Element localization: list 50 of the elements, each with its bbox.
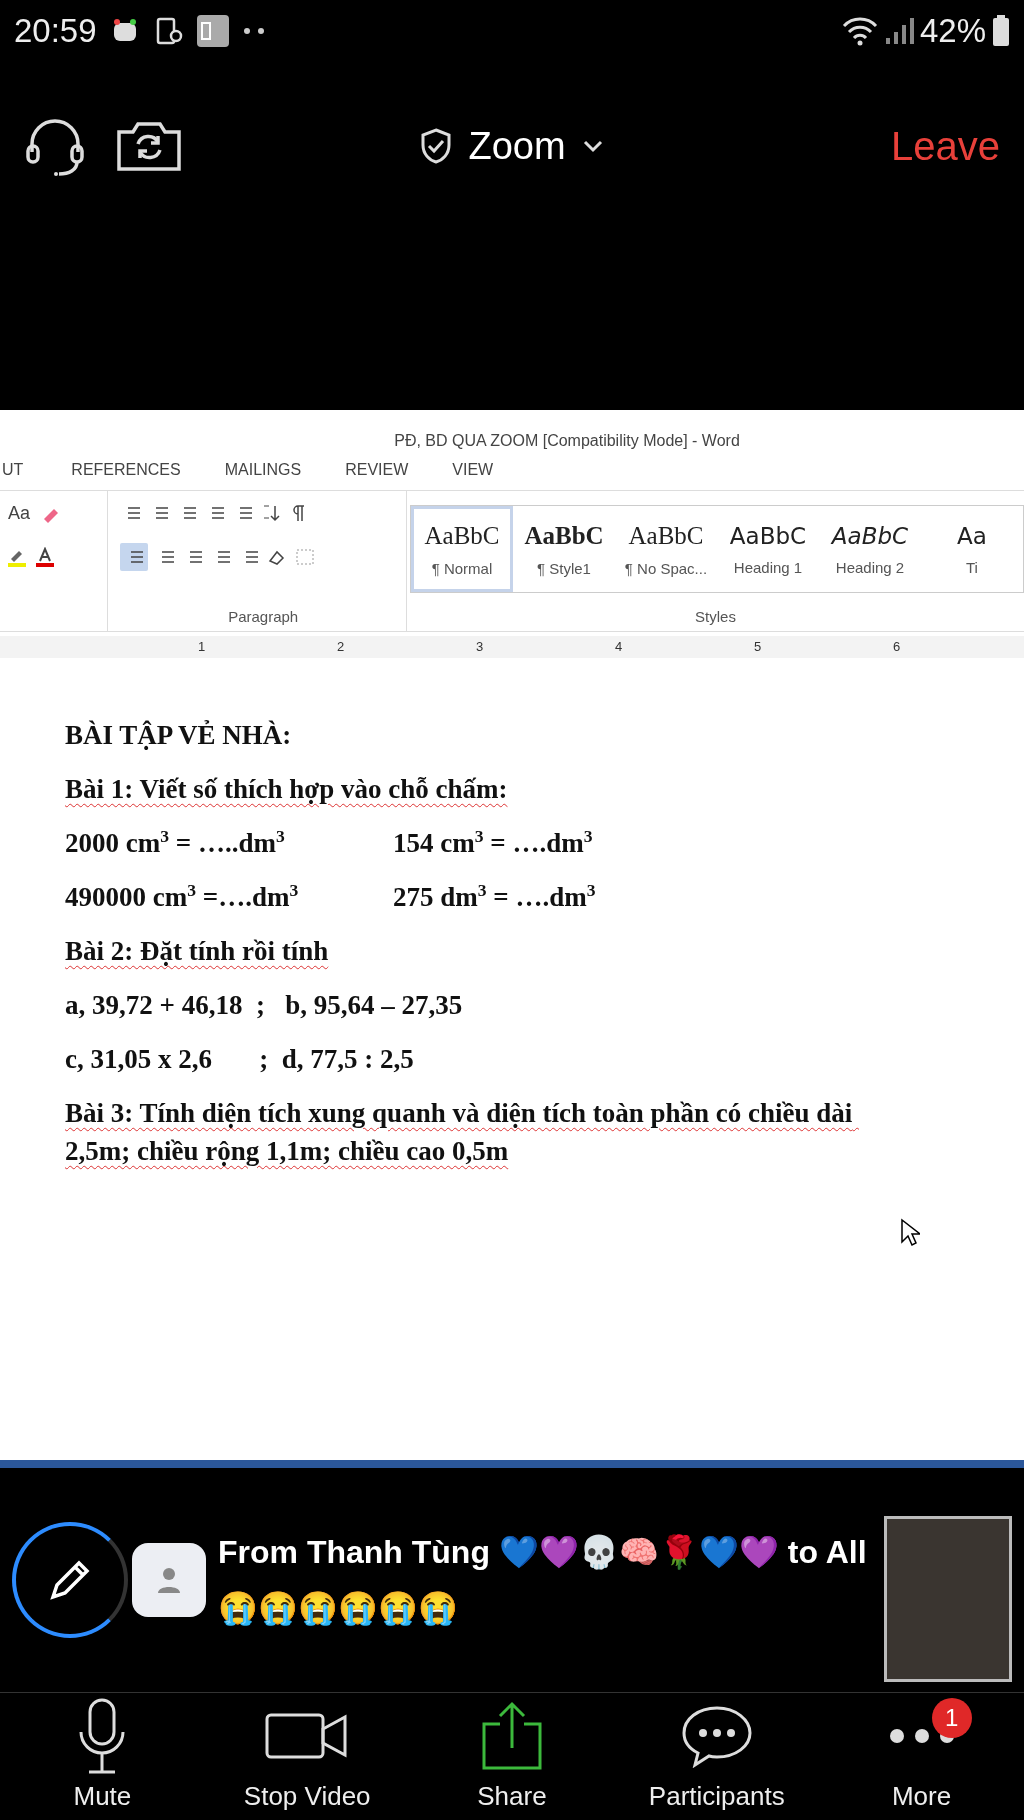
headset-icon[interactable] (24, 116, 86, 176)
notification-badge: 1 (931, 1698, 972, 1738)
share-icon (480, 1700, 544, 1772)
document-text: Bài 3: Tính diện tích xung quanh và diện tích toàn phần có chiều dài 2,5m; chiều rộng 1,1m; chiều cao 0,5m (65, 1097, 854, 1168)
shield-check-icon (420, 128, 453, 164)
ribbon-tab[interactable]: VIEW (452, 457, 494, 483)
more-notifications-icon (242, 27, 267, 35)
toolbar-button[interactable]: Mute (12, 1694, 193, 1813)
meeting-title[interactable]: Zoom (468, 124, 566, 168)
battery-icon (992, 15, 1010, 47)
mouse-pointer-icon (900, 1218, 920, 1248)
video-camera-icon (265, 1711, 350, 1761)
toolbar-button[interactable]: Participants (626, 1694, 807, 1813)
group-label: Paragraph (227, 608, 300, 627)
document-text: 490000 cm$^{3}$ =….dm$^{3}$ (65, 879, 300, 914)
toolbar-button[interactable]: Share (422, 1694, 602, 1813)
chevron-down-icon[interactable] (581, 139, 604, 153)
document-text: a, 39,72 + 46,18 ; b, 95,64 – 27,35 (65, 989, 463, 1022)
font-color-icon[interactable] (34, 547, 56, 567)
ribbon-tab[interactable]: UT (2, 457, 24, 483)
document-text: c, 31,05 x 2,6 ; d, 77,5 : 2,5 (65, 1043, 414, 1076)
document-text: 154 cm$^{3}$ = ….dm$^{3}$ (393, 825, 593, 860)
ruler: 1 2 3 4 5 6 (0, 636, 1024, 658)
leave-button[interactable]: Leave (700, 123, 1000, 169)
ribbon-tab[interactable]: REFERENCES (71, 457, 181, 483)
avatar-icon (132, 1543, 206, 1617)
change-case-button[interactable]: Aa (6, 502, 33, 524)
window-title: PĐ, BD QUA ZOOM [Compatibility Mode] - Word (394, 432, 740, 450)
group-label: Styles (694, 608, 737, 627)
document-text: 2000 cm$^{3}$ = …..dm$^{3}$ (65, 825, 286, 860)
annotate-button[interactable] (12, 1522, 128, 1638)
news-app-icon (196, 15, 229, 47)
document-text: 275 dm$^{3}$ = ….dm$^{3}$ (393, 879, 596, 914)
location-tablet-icon (154, 16, 183, 46)
document-text: Bài 1: Viết số thích hợp vào chỗ chấm: (65, 773, 508, 806)
ribbon-tab[interactable]: MAILINGS (224, 457, 302, 483)
speech-bubble-icon (680, 1704, 753, 1768)
battery-percent: 42% (919, 12, 986, 50)
switch-camera-icon[interactable] (116, 120, 182, 172)
video-thumbnail[interactable] (884, 1516, 1012, 1682)
toolbar-button[interactable]: Stop Video (217, 1694, 398, 1813)
chat-message: From Thanh Tùng 💙💜💀🧠🌹💙💜 to All 😭😭😭😭😭😭 (218, 1533, 868, 1628)
wifi-icon (841, 16, 878, 46)
ribbon-tab[interactable]: REVIEW (345, 457, 409, 483)
status-time: 20:59 (14, 12, 97, 50)
signal-icon (883, 16, 914, 46)
document-text: Bài 2: Đặt tính rồi tính (65, 935, 329, 968)
style-option[interactable]: AaBbC ¶ Normal (411, 506, 513, 592)
toolbar-button[interactable]: More 1 (831, 1694, 1012, 1813)
document-text: BÀI TẬP VẺ NHÀ: (65, 719, 292, 752)
